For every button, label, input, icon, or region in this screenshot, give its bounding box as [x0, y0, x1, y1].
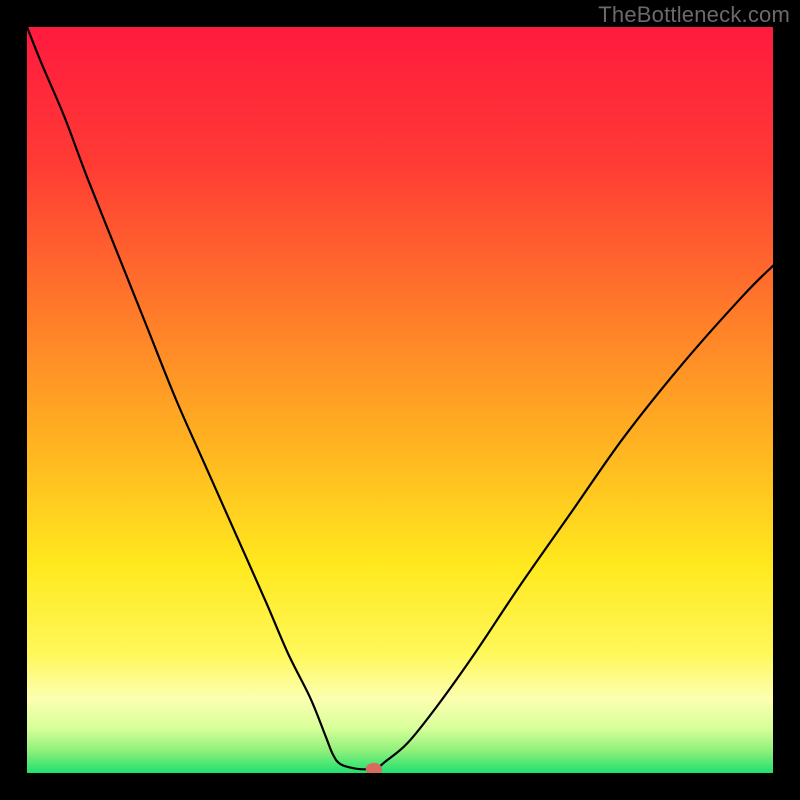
- bottleneck-curve: [27, 27, 773, 773]
- chart-frame: TheBottleneck.com: [0, 0, 800, 800]
- watermark-text: TheBottleneck.com: [598, 2, 790, 28]
- plot-area: [27, 27, 773, 773]
